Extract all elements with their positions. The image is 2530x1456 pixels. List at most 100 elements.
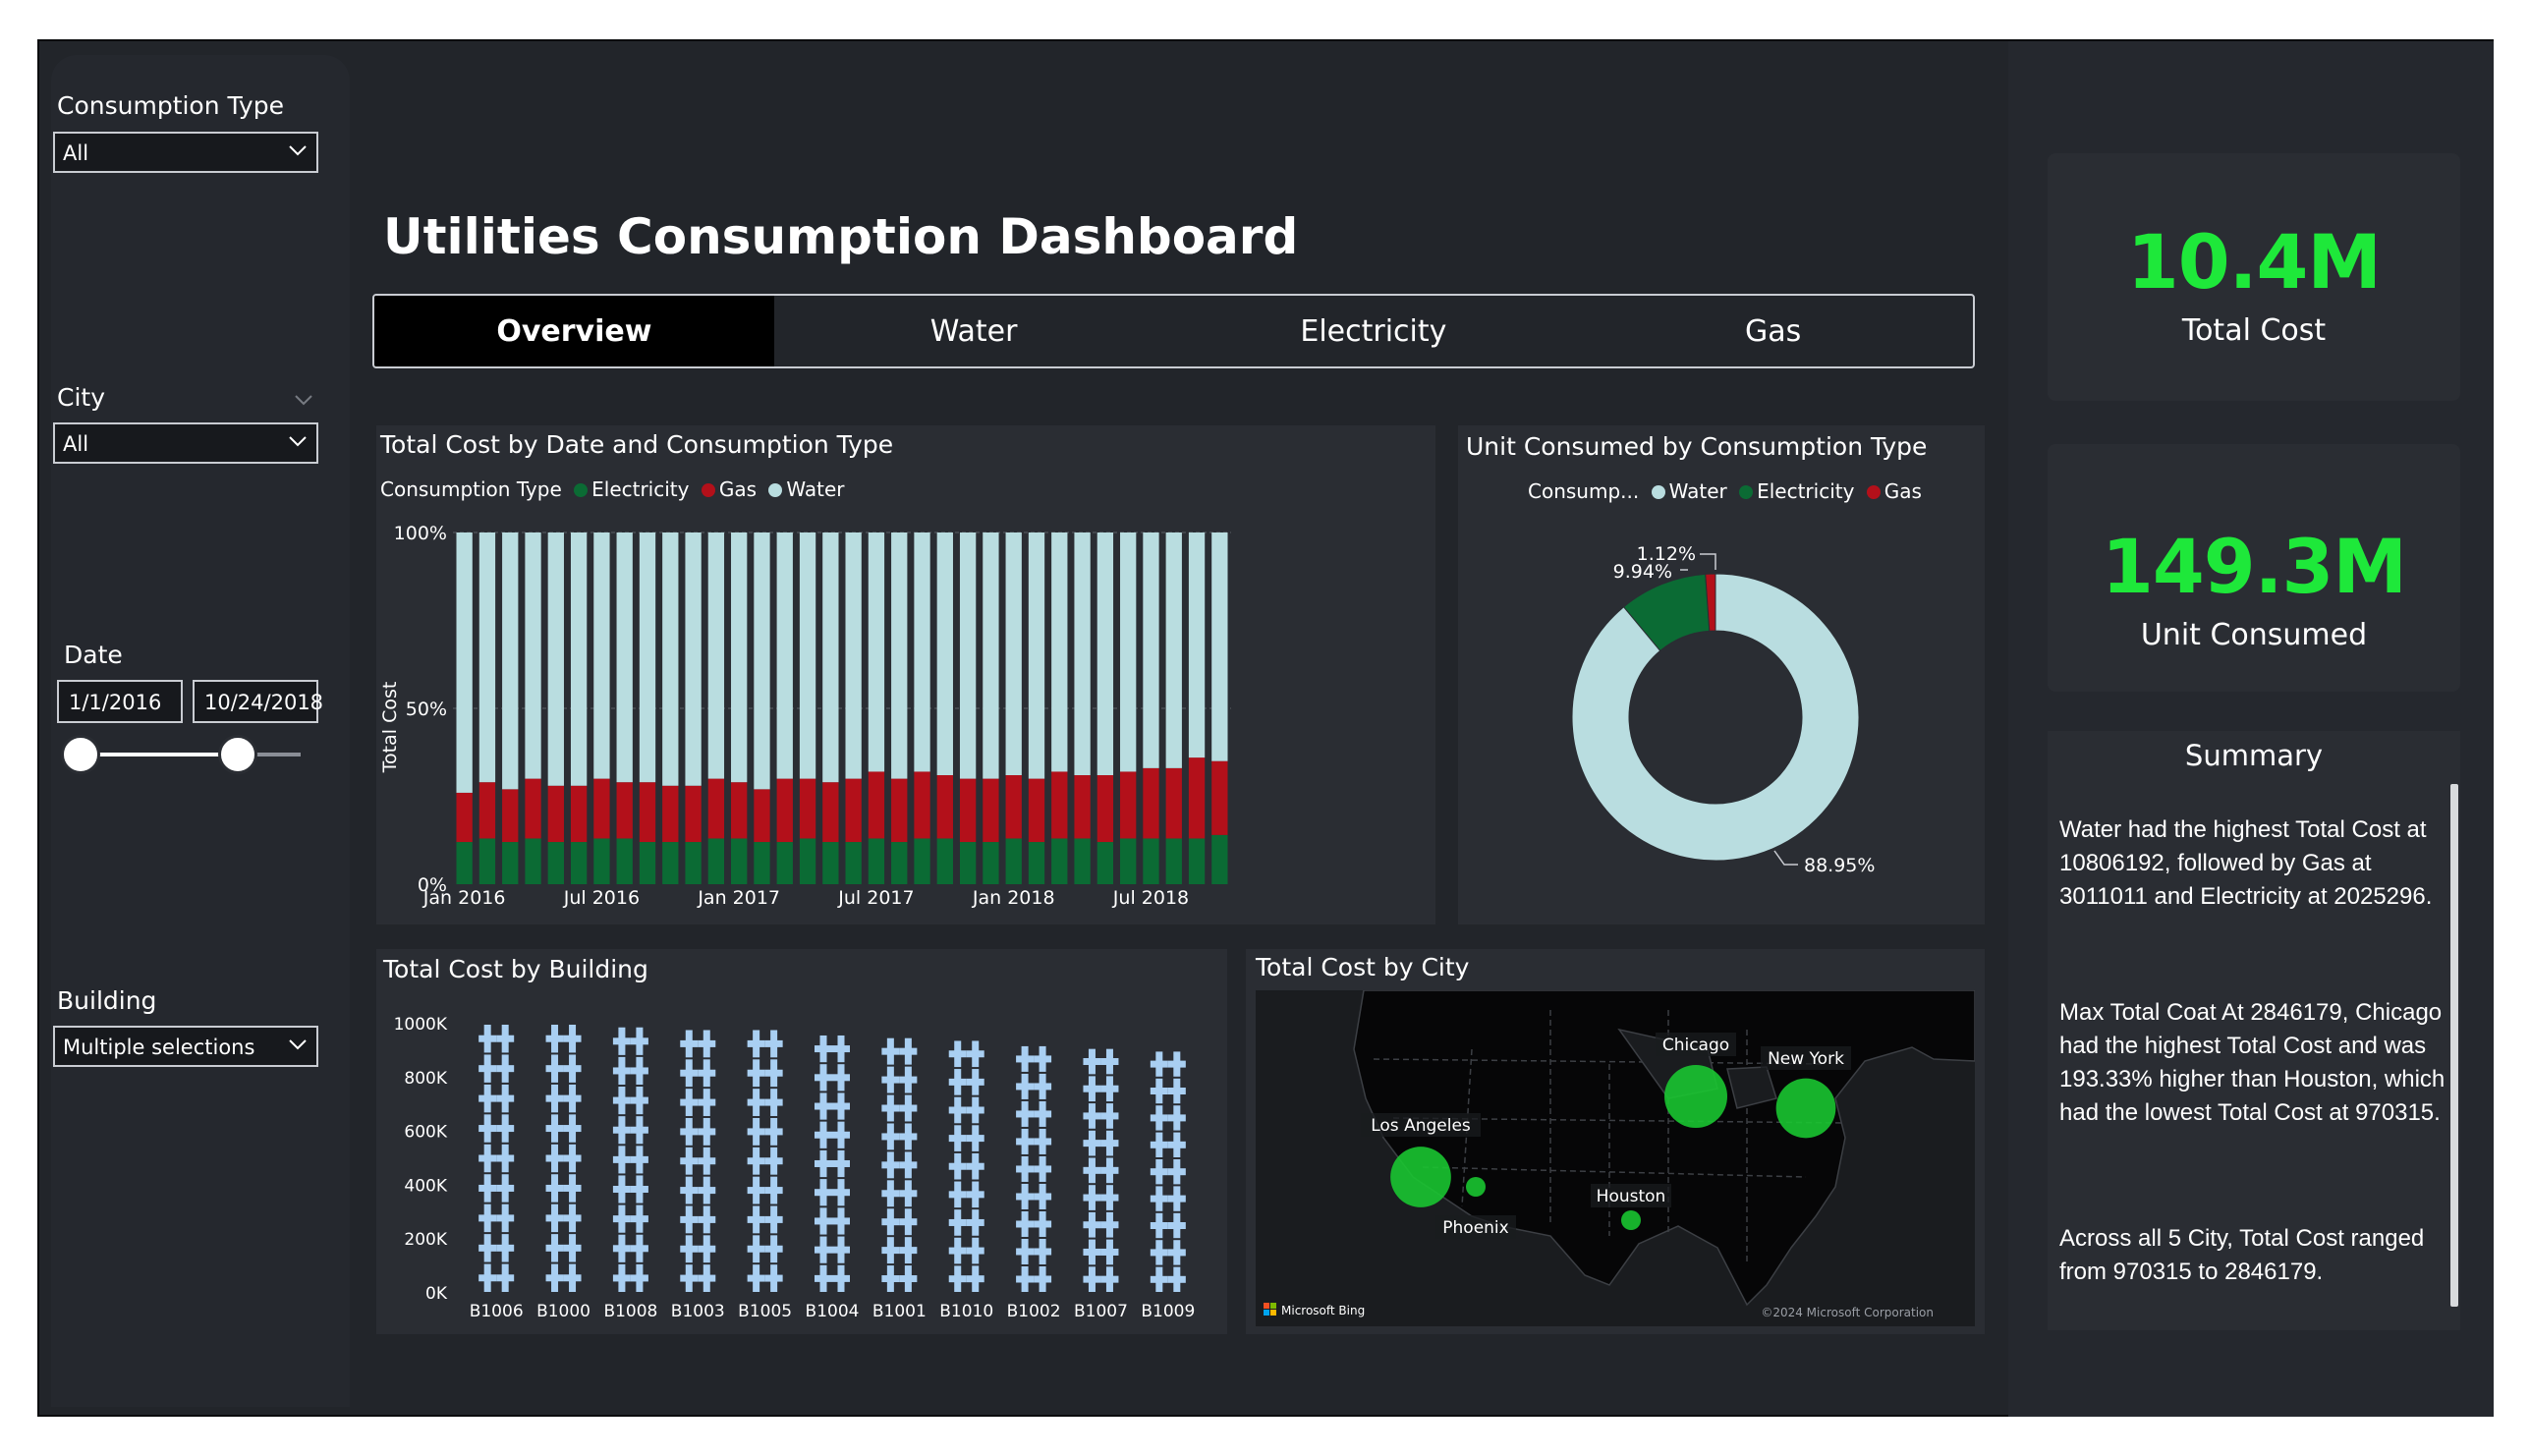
bar-segment-electricity[interactable]: [936, 838, 953, 884]
bar-segment-gas[interactable]: [1211, 760, 1228, 835]
bar-segment-gas[interactable]: [776, 778, 793, 843]
pictogram-bar-B1009[interactable]: [1150, 1051, 1186, 1292]
bar-segment-water[interactable]: [570, 532, 588, 786]
date-slider-start-handle[interactable]: [61, 735, 100, 774]
cost-by-city-map[interactable]: Chicago New York Los Angeles Phoenix Houston…: [1256, 990, 1975, 1326]
pictogram-bar-B1001[interactable]: [881, 1037, 918, 1292]
date-slider-end-handle[interactable]: [218, 735, 257, 774]
legend-water[interactable]: Water: [1669, 479, 1727, 503]
bar-segment-water[interactable]: [936, 532, 953, 776]
bar-segment-water[interactable]: [1074, 532, 1091, 776]
bar-segment-electricity[interactable]: [891, 842, 908, 884]
map-bubble-phoenix[interactable]: [1466, 1177, 1486, 1197]
bar-segment-gas[interactable]: [662, 785, 679, 843]
bar-segment-water[interactable]: [707, 532, 725, 779]
bar-segment-gas[interactable]: [570, 785, 588, 843]
bar-segment-water[interactable]: [1188, 532, 1206, 758]
bar-segment-water[interactable]: [593, 532, 610, 779]
bar-segment-electricity[interactable]: [456, 842, 473, 884]
bar-segment-electricity[interactable]: [914, 838, 930, 884]
bar-segment-gas[interactable]: [845, 778, 862, 843]
bar-segment-electricity[interactable]: [1188, 838, 1206, 884]
bar-segment-water[interactable]: [547, 532, 564, 786]
bar-segment-gas[interactable]: [959, 778, 977, 843]
bar-segment-water[interactable]: [754, 532, 770, 790]
bar-segment-gas[interactable]: [1143, 767, 1159, 839]
bar-segment-gas[interactable]: [639, 782, 656, 843]
bar-segment-electricity[interactable]: [1005, 838, 1022, 884]
pictogram-bar-B1007[interactable]: [1083, 1048, 1119, 1292]
bar-segment-gas[interactable]: [1074, 775, 1091, 839]
tab-gas[interactable]: Gas: [1573, 296, 1973, 366]
map-bubble-los-angeles[interactable]: [1390, 1147, 1451, 1207]
legend-electricity[interactable]: Electricity: [1757, 479, 1854, 503]
bar-segment-water[interactable]: [685, 532, 702, 786]
bar-segment-electricity[interactable]: [1165, 838, 1182, 884]
bar-segment-gas[interactable]: [1096, 775, 1114, 843]
pictogram-bar-B1005[interactable]: [747, 1030, 783, 1292]
bar-segment-electricity[interactable]: [1143, 838, 1159, 884]
bar-segment-water[interactable]: [502, 532, 519, 790]
bar-segment-gas[interactable]: [1051, 771, 1068, 839]
summary-scrollbar[interactable]: [2450, 784, 2458, 1307]
bar-segment-water[interactable]: [731, 532, 748, 783]
bar-segment-gas[interactable]: [891, 778, 908, 843]
bar-segment-electricity[interactable]: [845, 842, 862, 884]
bar-segment-gas[interactable]: [547, 785, 564, 843]
bar-segment-electricity[interactable]: [731, 838, 748, 884]
bar-segment-gas[interactable]: [478, 782, 496, 839]
bar-segment-electricity[interactable]: [478, 838, 496, 884]
bar-segment-water[interactable]: [478, 532, 496, 783]
pictogram-bar-B1002[interactable]: [1016, 1045, 1052, 1292]
bar-segment-electricity[interactable]: [983, 842, 999, 884]
bar-segment-water[interactable]: [1211, 532, 1228, 761]
bar-segment-gas[interactable]: [502, 789, 519, 843]
bar-segment-water[interactable]: [1028, 532, 1045, 779]
bar-segment-gas[interactable]: [456, 792, 473, 843]
bar-segment-gas[interactable]: [593, 778, 610, 839]
pictogram-bar-B1008[interactable]: [612, 1027, 648, 1292]
bar-segment-water[interactable]: [891, 532, 908, 779]
bar-segment-gas[interactable]: [525, 778, 541, 839]
bar-segment-electricity[interactable]: [754, 842, 770, 884]
bar-segment-water[interactable]: [639, 532, 656, 783]
legend-water[interactable]: Water: [786, 477, 844, 501]
chevron-down-icon[interactable]: [293, 389, 314, 411]
pictogram-bar-B1004[interactable]: [815, 1035, 850, 1292]
bar-segment-electricity[interactable]: [799, 838, 816, 884]
map-bubble-houston[interactable]: [1621, 1210, 1641, 1230]
bar-segment-electricity[interactable]: [616, 838, 633, 884]
bar-segment-electricity[interactable]: [547, 842, 564, 884]
bar-segment-gas[interactable]: [1188, 757, 1206, 839]
bar-segment-electricity[interactable]: [868, 838, 885, 884]
bar-segment-water[interactable]: [959, 532, 977, 779]
bar-segment-electricity[interactable]: [959, 842, 977, 884]
bar-segment-water[interactable]: [868, 532, 885, 772]
bar-segment-water[interactable]: [456, 532, 473, 793]
pictogram-bar-B1003[interactable]: [680, 1030, 716, 1292]
bar-segment-water[interactable]: [1051, 532, 1068, 772]
bar-segment-electricity[interactable]: [1120, 838, 1137, 884]
bar-segment-water[interactable]: [662, 532, 679, 786]
bar-segment-electricity[interactable]: [1028, 842, 1045, 884]
bar-segment-water[interactable]: [1120, 532, 1137, 772]
city-dropdown[interactable]: All: [53, 422, 318, 464]
bar-segment-water[interactable]: [822, 532, 839, 783]
bar-segment-water[interactable]: [799, 532, 816, 779]
bar-segment-electricity[interactable]: [593, 838, 610, 884]
bar-segment-electricity[interactable]: [685, 842, 702, 884]
bar-segment-gas[interactable]: [754, 789, 770, 843]
bar-segment-gas[interactable]: [1028, 778, 1045, 843]
legend-gas[interactable]: Gas: [719, 477, 757, 501]
bar-segment-water[interactable]: [845, 532, 862, 779]
bar-segment-gas[interactable]: [799, 778, 816, 839]
bar-segment-electricity[interactable]: [570, 842, 588, 884]
bar-segment-electricity[interactable]: [1096, 842, 1114, 884]
bar-segment-gas[interactable]: [983, 778, 999, 843]
bar-segment-gas[interactable]: [868, 771, 885, 839]
donut-slice-water[interactable]: [1571, 573, 1860, 862]
tab-overview[interactable]: Overview: [374, 296, 774, 366]
building-dropdown[interactable]: Multiple selections: [53, 1026, 318, 1067]
bar-segment-water[interactable]: [776, 532, 793, 779]
bar-segment-gas[interactable]: [1005, 775, 1022, 839]
